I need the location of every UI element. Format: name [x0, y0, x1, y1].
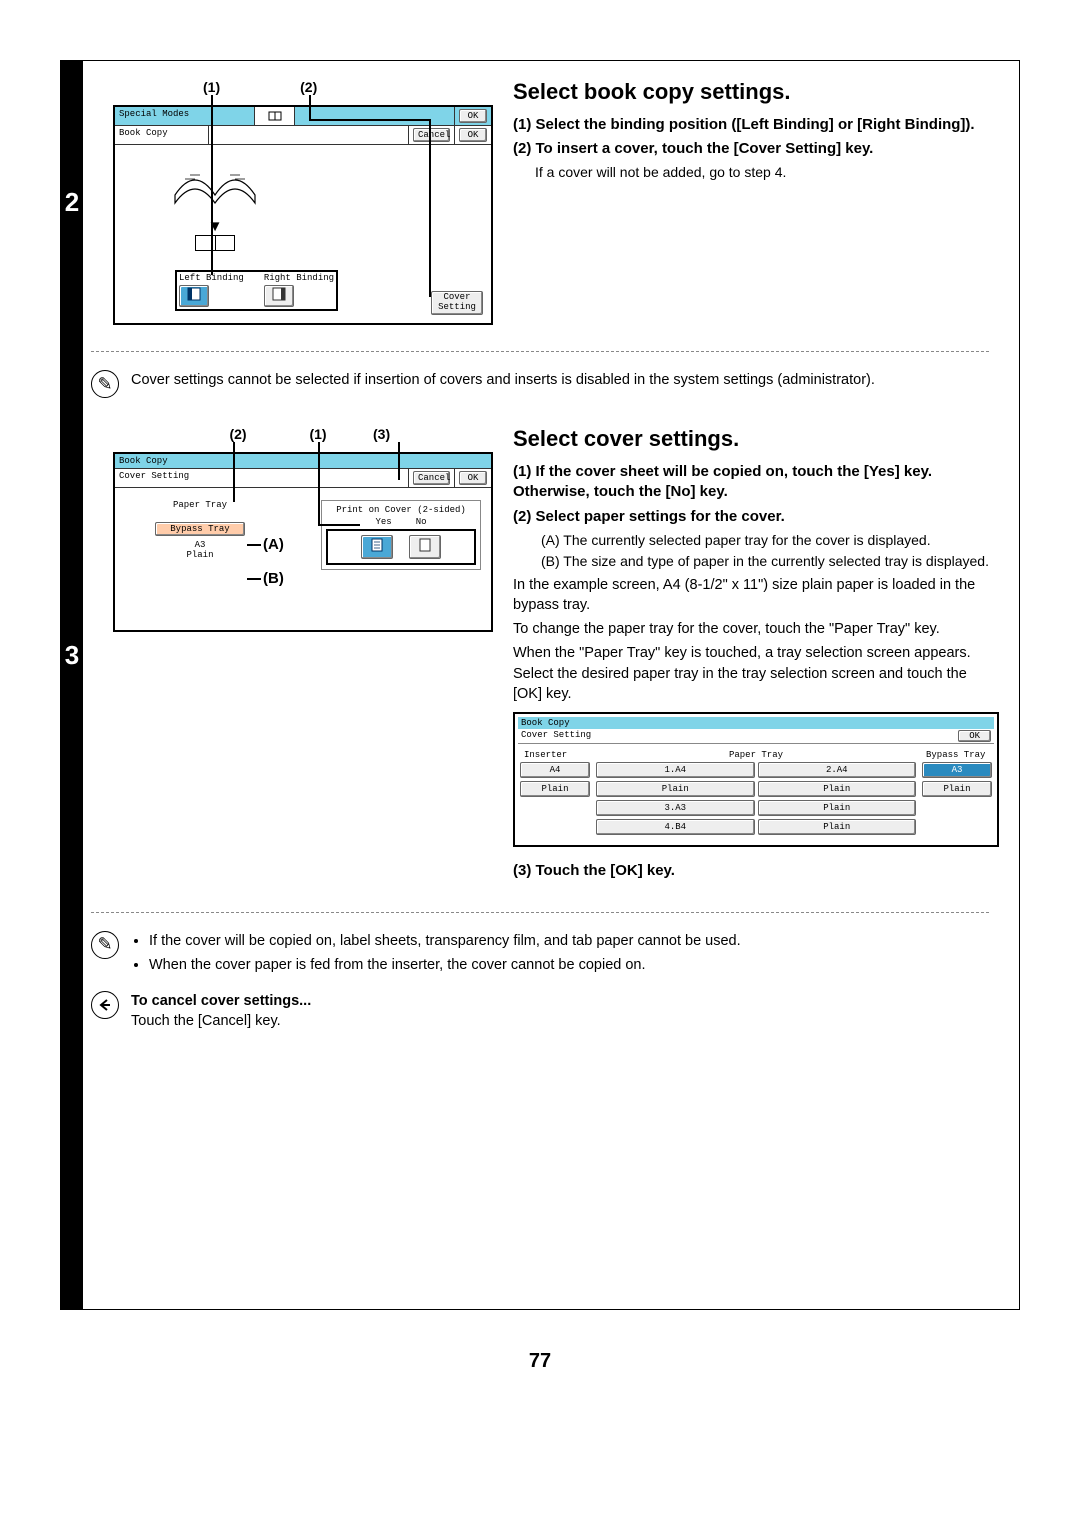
- step3-callout-1: (1): [263, 426, 373, 442]
- step3-callout-3: (3): [373, 426, 390, 442]
- step2-sub1: (1) Select the binding position ([Left B…: [513, 115, 999, 135]
- bypass-plain[interactable]: Plain: [922, 781, 992, 797]
- cancel-settings-title: To cancel cover settings...: [131, 991, 311, 1011]
- tray-3-plain[interactable]: Plain: [758, 800, 917, 816]
- inserter-plain[interactable]: Plain: [520, 781, 590, 797]
- cover-setting-header: Cover Setting: [115, 469, 409, 487]
- step3-cancel-row: To cancel cover settings... Touch the [C…: [61, 989, 1019, 1042]
- a3-label: A3: [155, 540, 245, 550]
- step3-footnote-row-1: ✎ If the cover will be copied on, label …: [61, 921, 1019, 990]
- step2-touchscreen: Special Modes OK Book Copy Cancel OK: [113, 105, 493, 325]
- step-3-row: 3 (2) (1) (3): [61, 408, 1019, 904]
- step2-footnote: Cover settings cannot be selected if ins…: [131, 370, 875, 390]
- step3-para3: When the "Paper Tray" key is touched, a …: [513, 643, 999, 704]
- no-button[interactable]: [409, 535, 441, 559]
- book-copy-header-2: Book Copy: [115, 454, 491, 468]
- cancel-button[interactable]: Cancel: [413, 128, 450, 142]
- left-binding-label: Left Binding: [179, 274, 244, 283]
- cover-setting-header-2: Cover Setting: [521, 730, 591, 742]
- step2-note: If a cover will not be added, go to step…: [535, 164, 999, 180]
- step2-callout-row: (1) (2): [203, 79, 493, 95]
- ok-button-3[interactable]: OK: [459, 471, 487, 485]
- right-binding-label: Right Binding: [264, 274, 334, 283]
- step-3-number: 3: [61, 408, 83, 904]
- plain-label: Plain: [155, 550, 245, 560]
- step3-foot1: If the cover will be copied on, label sh…: [149, 931, 741, 951]
- step3-subA: (A) The currently selected paper tray fo…: [541, 531, 999, 550]
- step2-callout-1: (1): [203, 79, 220, 95]
- step3-callout-2: (2): [213, 426, 263, 442]
- step3-touchscreen-2: Book Copy Cover Setting OK Inserter A4 P…: [513, 712, 999, 847]
- step2-separator: [91, 351, 989, 352]
- cancel-button-2[interactable]: Cancel: [413, 471, 450, 485]
- step3-para1: In the example screen, A4 (8-1/2" x 11")…: [513, 575, 999, 616]
- tray-3[interactable]: 3.A3: [596, 800, 755, 816]
- tray-2-plain[interactable]: Plain: [758, 781, 917, 797]
- step3-para2: To change the paper tray for the cover, …: [513, 619, 999, 639]
- ok-button-4[interactable]: OK: [958, 730, 991, 742]
- note-icon-2: ✎: [91, 931, 119, 959]
- step3-callout-a: (A): [263, 536, 284, 553]
- book-copy-header: Book Copy: [115, 126, 209, 144]
- back-icon: [91, 991, 119, 1019]
- page-frame: 2 (1) (2) Special Modes: [60, 60, 1020, 1310]
- yes-button[interactable]: [361, 535, 393, 559]
- inserter-head: Inserter: [520, 748, 590, 762]
- bypass-a3[interactable]: A3: [922, 762, 992, 778]
- ok-button-2[interactable]: OK: [459, 128, 487, 142]
- book-illustration: ▼: [155, 155, 275, 251]
- bypass-tray-button[interactable]: Bypass Tray: [155, 522, 245, 536]
- paper-tray-label: Paper Tray: [155, 500, 245, 510]
- step3-sub3: (3) Touch the [OK] key.: [513, 861, 999, 881]
- tray-4-plain[interactable]: Plain: [758, 819, 917, 835]
- book-copy-header-3: Book Copy: [518, 717, 994, 729]
- tray-2[interactable]: 2.A4: [758, 762, 917, 778]
- tray-4[interactable]: 4.B4: [596, 819, 755, 835]
- step3-sub1: (1) If the cover sheet will be copied on…: [513, 462, 999, 503]
- step3-callout-b: (B): [263, 570, 284, 587]
- cancel-settings-body: Touch the [Cancel] key.: [131, 1011, 311, 1031]
- binding-buttons: Left Binding Right Binding: [175, 270, 338, 311]
- step3-callout-row: (2) (1) (3): [213, 426, 493, 442]
- tray-1-plain[interactable]: Plain: [596, 781, 755, 797]
- step-2-row: 2 (1) (2) Special Modes: [61, 61, 1019, 343]
- bypass-tray-head: Bypass Tray: [922, 748, 992, 762]
- step2-footnote-row: ✎ Cover settings cannot be selected if i…: [61, 360, 1019, 408]
- paper-tray-head: Paper Tray: [596, 748, 916, 762]
- step3-sub2: (2) Select paper settings for the cover.: [513, 507, 999, 527]
- print-on-cover-label: Print on Cover (2-sided): [326, 505, 476, 515]
- tray-1[interactable]: 1.A4: [596, 762, 755, 778]
- step3-separator: [91, 912, 989, 913]
- step2-title: Select book copy settings.: [513, 79, 999, 105]
- step-2-number: 2: [61, 61, 83, 343]
- left-binding-button[interactable]: [179, 285, 209, 307]
- note-icon: ✎: [91, 370, 119, 398]
- step3-title: Select cover settings.: [513, 426, 999, 452]
- right-binding-button[interactable]: [264, 285, 294, 307]
- no-label: No: [416, 517, 427, 527]
- step3-subB: (B) The size and type of paper in the cu…: [541, 552, 999, 571]
- step3-foot2: When the cover paper is fed from the ins…: [149, 955, 741, 975]
- step2-callout-2: (2): [300, 79, 317, 95]
- yes-label: Yes: [375, 517, 391, 527]
- page-number: 77: [0, 1350, 1080, 1373]
- cover-setting-button[interactable]: Cover Setting: [431, 291, 483, 315]
- step3-touchscreen-1: Book Copy Cover Setting Cancel OK Paper …: [113, 452, 493, 632]
- special-modes-header: Special Modes: [115, 107, 255, 125]
- help-icon[interactable]: [255, 107, 295, 125]
- ok-button[interactable]: OK: [459, 109, 487, 123]
- inserter-a4[interactable]: A4: [520, 762, 590, 778]
- step2-sub2: (2) To insert a cover, touch the [Cover …: [513, 139, 999, 159]
